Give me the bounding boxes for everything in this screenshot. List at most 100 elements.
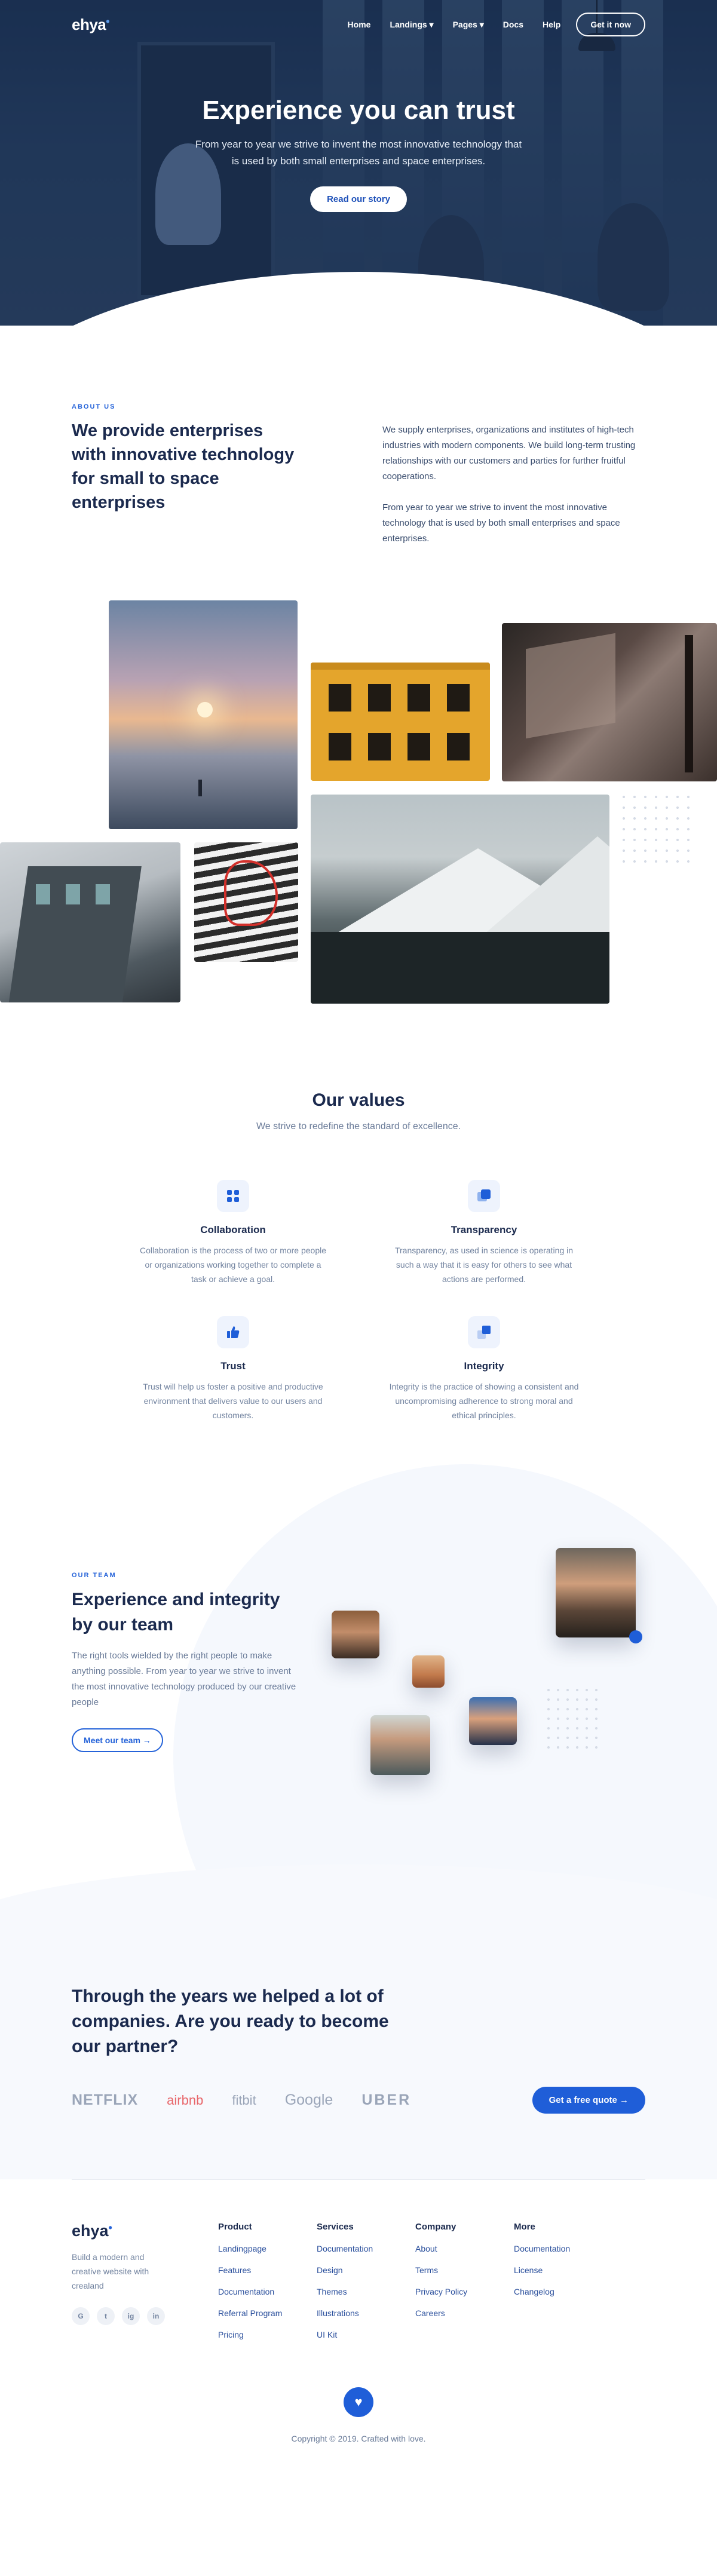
nav-docs[interactable]: Docs: [503, 20, 523, 29]
value-title: Trust: [220, 1360, 246, 1372]
footer-link[interactable]: Terms: [415, 2265, 514, 2275]
footer-link[interactable]: Landingpage: [218, 2244, 317, 2253]
value-title: Integrity: [464, 1360, 504, 1372]
value-card-collaboration: Collaboration Collaboration is the proce…: [131, 1180, 335, 1286]
about-heading-block: ABOUT US We provide enterprises with inn…: [72, 403, 299, 547]
decorative-dots: [618, 792, 690, 869]
footer-column-services: Services Documentation Design Themes Ill…: [317, 2222, 415, 2339]
graffiti-stairs-image: [194, 842, 298, 962]
partner-logos: NETFLIX airbnb fitbit Google UBER Get a …: [72, 2087, 645, 2114]
footer-link[interactable]: Features: [218, 2265, 317, 2275]
footer-link[interactable]: Referral Program: [218, 2308, 317, 2318]
navbar: ehya• Home Landings ▾ Pages ▾ Docs Help …: [0, 0, 717, 49]
logo[interactable]: ehya•: [72, 15, 110, 34]
partners-section: Through the years we helped a lot of com…: [0, 1978, 717, 2179]
image-gallery: [0, 600, 717, 1090]
footer-link[interactable]: Documentation: [317, 2244, 415, 2253]
avatar: [332, 1611, 379, 1658]
team-text-block: OUR TEAM Experience and integrity by our…: [72, 1572, 305, 1752]
avatar: [556, 1548, 636, 1637]
footer-logo-text: ehya: [72, 2222, 109, 2240]
uber-logo: UBER: [361, 2092, 412, 2108]
hero-title: Experience you can trust: [202, 96, 515, 125]
footer-link[interactable]: Documentation: [218, 2287, 317, 2296]
social-links: G t ig in: [72, 2307, 218, 2325]
instagram-icon[interactable]: ig: [122, 2307, 140, 2325]
logo-text: ehya: [72, 15, 106, 33]
building-facade-image: [0, 842, 180, 1002]
footer-link[interactable]: Themes: [317, 2287, 415, 2296]
google-logo: Google: [284, 2092, 333, 2108]
footer-link[interactable]: Pricing: [218, 2330, 317, 2339]
footer-divider: [72, 2179, 645, 2180]
footer-column-title: Company: [415, 2222, 456, 2232]
linkedin-icon[interactable]: in: [147, 2307, 165, 2325]
value-card-trust: Trust Trust will help us foster a positi…: [131, 1316, 335, 1422]
layers-icon: [468, 1180, 500, 1212]
values-title: Our values: [312, 1090, 405, 1110]
copyright: Copyright © 2019. Crafted with love.: [291, 2434, 426, 2443]
hero-subtitle: From year to year we strive to invent th…: [195, 139, 522, 167]
hero-section: ehya• Home Landings ▾ Pages ▾ Docs Help …: [0, 0, 717, 326]
footer-link[interactable]: Documentation: [514, 2244, 612, 2253]
value-text: Collaboration is the process of two or m…: [139, 1246, 327, 1284]
hero-content: Experience you can trust From year to ye…: [0, 96, 717, 212]
yellow-building-image: [311, 663, 490, 781]
team-title: Experience and integrity by our team: [72, 1590, 280, 1634]
twitter-icon[interactable]: t: [97, 2307, 115, 2325]
avatar: [412, 1655, 445, 1688]
about-text: We supply enterprises, organizations and…: [382, 422, 645, 547]
footer-column-more: More Documentation License Changelog: [514, 2222, 612, 2339]
footer-logo-mark: •: [108, 2222, 112, 2234]
stack-icon: [468, 1316, 500, 1348]
avatar: [370, 1715, 430, 1775]
read-our-story-button[interactable]: Read our story: [310, 186, 407, 212]
footer-column-title: Services: [317, 2222, 354, 2232]
about-paragraph: We supply enterprises, organizations and…: [382, 425, 636, 482]
google-icon[interactable]: G: [72, 2307, 90, 2325]
nav-landings-dropdown[interactable]: Landings ▾: [390, 20, 433, 30]
footer-link[interactable]: License: [514, 2265, 612, 2275]
values-subtitle: We strive to redefine the standard of ex…: [256, 1121, 461, 1131]
window-interior-image: [502, 623, 717, 781]
footer-link[interactable]: Design: [317, 2265, 415, 2275]
footer-description: Build a modern and creative website with…: [72, 2252, 149, 2290]
footer-link[interactable]: Careers: [415, 2308, 514, 2318]
footer-link[interactable]: UI Kit: [317, 2330, 415, 2339]
heart-icon: ♥: [344, 2387, 373, 2417]
footer-link[interactable]: Illustrations: [317, 2308, 415, 2318]
footer: ehya• Build a modern and creative websit…: [0, 2179, 717, 2467]
thumbs-up-icon: [217, 1316, 249, 1348]
about-paragraph: From year to year we strive to invent th…: [382, 502, 620, 544]
footer-column-product: Product Landingpage Features Documentati…: [218, 2222, 317, 2339]
value-text: Integrity is the practice of showing a c…: [389, 1382, 579, 1420]
value-card-integrity: Integrity Integrity is the practice of s…: [382, 1316, 586, 1422]
about-section: ABOUT US We provide enterprises with inn…: [0, 326, 717, 547]
value-card-transparency: Transparency Transparency, as used in sc…: [382, 1180, 586, 1286]
value-title: Transparency: [451, 1224, 517, 1235]
meet-our-team-button[interactable]: Meet our team →: [72, 1728, 163, 1752]
nav-help[interactable]: Help: [543, 20, 560, 29]
fitbit-logo: fitbit: [232, 2092, 256, 2108]
footer-column-title: More: [514, 2222, 535, 2232]
footer-link[interactable]: Changelog: [514, 2287, 612, 2296]
value-title: Collaboration: [200, 1224, 266, 1235]
footer-link[interactable]: Privacy Policy: [415, 2287, 514, 2296]
footer-brand: ehya• Build a modern and creative websit…: [72, 2222, 218, 2339]
value-text: Transparency, as used in science is oper…: [394, 1246, 574, 1284]
nav-pages-dropdown[interactable]: Pages ▾: [453, 20, 484, 30]
nav-home[interactable]: Home: [348, 20, 371, 29]
footer-column-title: Product: [218, 2222, 252, 2232]
footer-logo[interactable]: ehya•: [72, 2222, 112, 2240]
snowy-mountain-image: [311, 795, 609, 1004]
values-section: Our values We strive to redefine the sta…: [0, 1090, 717, 1422]
footer-column-company: Company About Terms Privacy Policy Caree…: [415, 2222, 514, 2339]
get-it-now-button[interactable]: Get it now: [576, 13, 645, 36]
team-section: OUR TEAM Experience and integrity by our…: [0, 1464, 717, 1978]
get-free-quote-button[interactable]: Get a free quote →: [532, 2087, 645, 2114]
footer-link[interactable]: About: [415, 2244, 514, 2253]
sunset-beach-image: [109, 600, 298, 829]
about-title: We provide enterprises with innovative t…: [72, 421, 295, 512]
value-text: Trust will help us foster a positive and…: [143, 1382, 323, 1420]
airbnb-logo: airbnb: [167, 2092, 204, 2108]
